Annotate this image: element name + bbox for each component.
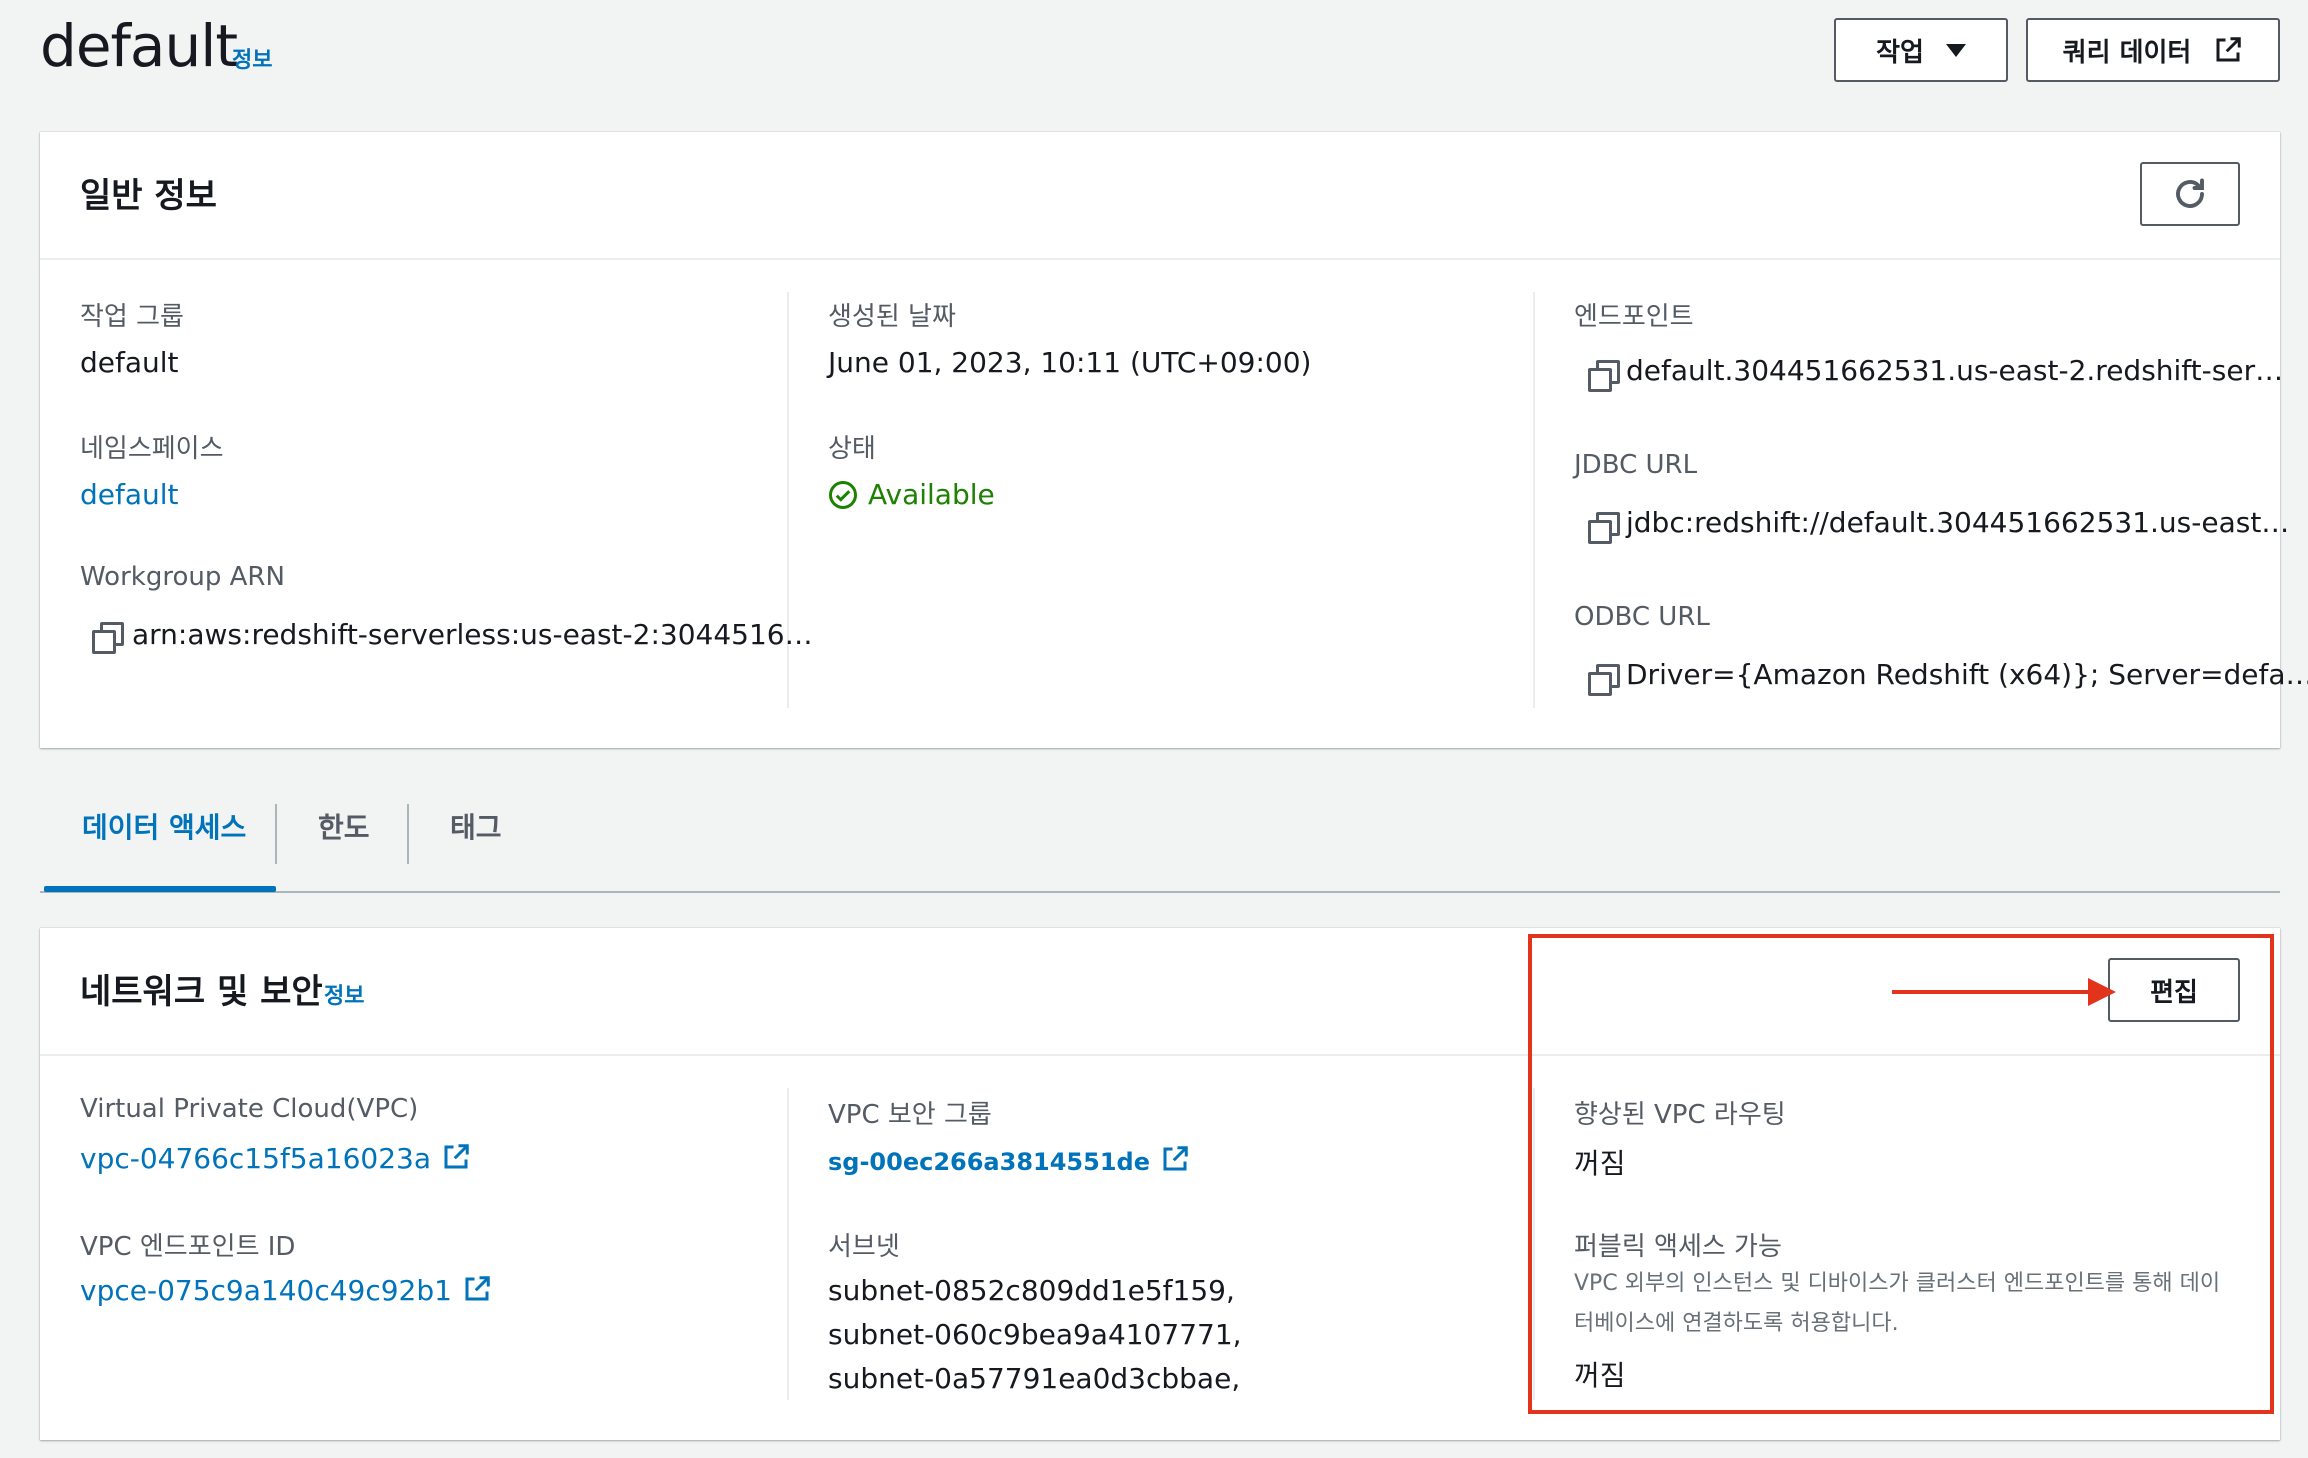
refresh-icon (2176, 178, 2204, 208)
vpce-link-wrapper: vpce-075c9a140c49c92b1 (80, 1274, 492, 1307)
check-circle-icon (829, 480, 857, 509)
vpc-endpoint-label: VPC 엔드포인트 ID (80, 1232, 296, 1262)
vpc-link-wrapper: vpc-04766c15f5a16023a (80, 1142, 471, 1175)
odbc-url-value: Driver={Amazon Redshift (x64)}; Server=d… (1626, 658, 2308, 691)
security-group-link[interactable]: sg-00ec266a3814551de (828, 1148, 1150, 1176)
external-link-icon[interactable] (462, 1274, 492, 1304)
jdbc-url-label: JDBC URL (1574, 450, 1698, 480)
workgroup-arn-value: arn:aws:redshift-serverless:us-east-2:30… (132, 618, 813, 651)
query-data-button-label: 쿼리 데이터 (2062, 37, 2192, 68)
tab-data-access[interactable]: 데이터 액세스 (82, 806, 246, 846)
general-info-panel (40, 132, 2280, 748)
external-link-icon (2216, 37, 2242, 62)
actions-button[interactable]: 작업 (1834, 18, 2008, 82)
annotation-arrow (1892, 990, 2090, 994)
copy-icon[interactable] (92, 622, 124, 654)
vpc-label: Virtual Private Cloud(VPC) (80, 1094, 419, 1124)
vpc-link[interactable]: vpc-04766c15f5a16023a (80, 1142, 431, 1175)
query-data-button[interactable]: 쿼리 데이터 (2026, 18, 2280, 82)
status-text: Available (868, 478, 995, 511)
endpoint-value: default.304451662531.us-east-2.redshift-… (1626, 354, 2284, 387)
panel-header (40, 132, 2280, 260)
endpoint-label: 엔드포인트 (1574, 302, 1694, 332)
odbc-url-label: ODBC URL (1574, 602, 1710, 632)
arrow-head-icon (2088, 978, 2116, 1006)
general-info-title: 일반 정보 (80, 176, 217, 216)
tab-separator (275, 804, 277, 864)
namespace-label: 네임스페이스 (80, 434, 224, 464)
subnet-value: subnet-060c9bea9a4107771, (828, 1318, 1242, 1351)
copy-icon[interactable] (1588, 512, 1620, 544)
external-link-icon[interactable] (441, 1142, 471, 1172)
security-group-label: VPC 보안 그룹 (828, 1100, 992, 1130)
active-tab-indicator (44, 886, 276, 892)
copy-icon[interactable] (1588, 664, 1620, 696)
page-title: default (40, 12, 238, 80)
tab-limits[interactable]: 한도 (318, 806, 370, 846)
created-date-label: 생성된 날짜 (828, 302, 956, 332)
tab-bar-rule (40, 891, 2280, 893)
namespace-link[interactable]: default (80, 478, 179, 511)
subnet-value: subnet-0852c809dd1e5f159, (828, 1274, 1235, 1307)
created-date-value: June 01, 2023, 10:11 (UTC+09:00) (828, 346, 1312, 379)
refresh-button[interactable] (2140, 162, 2240, 226)
copy-icon[interactable] (1588, 360, 1620, 392)
column-divider (787, 1088, 789, 1400)
status-label: 상태 (828, 434, 876, 464)
caret-down-icon (1945, 43, 1966, 57)
sg-link-wrapper: sg-00ec266a3814551de (828, 1144, 1190, 1176)
tab-separator (407, 804, 409, 864)
jdbc-url-value: jdbc:redshift://default.304451662531.us-… (1626, 506, 2290, 539)
workgroup-arn-label: Workgroup ARN (80, 562, 285, 592)
highlight-box (1528, 934, 2274, 1414)
external-link-icon[interactable] (1160, 1144, 1190, 1174)
info-link[interactable]: 정보 (232, 42, 272, 74)
workgroup-label: 작업 그룹 (80, 302, 184, 332)
tab-tags[interactable]: 태그 (450, 806, 502, 846)
workgroup-value: default (80, 346, 179, 379)
subnet-label: 서브넷 (828, 1232, 900, 1262)
column-divider (1533, 292, 1535, 708)
vpc-endpoint-link[interactable]: vpce-075c9a140c49c92b1 (80, 1274, 452, 1307)
network-security-title: 네트워크 및 보안 (80, 972, 323, 1012)
actions-button-label: 작업 (1876, 37, 1924, 68)
info-link[interactable]: 정보 (324, 978, 364, 1010)
status-badge: Available (828, 478, 995, 511)
subnet-value: subnet-0a57791ea0d3cbbae, (828, 1362, 1241, 1395)
